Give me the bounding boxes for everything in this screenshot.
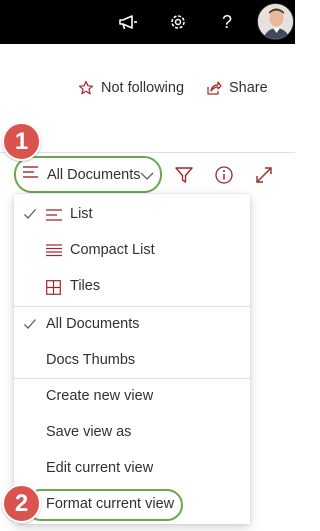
format-view-highlight: [25, 489, 183, 521]
checkmark-icon: [23, 207, 37, 226]
chevron-down-icon: [140, 168, 154, 186]
view-switcher-label: All Documents: [47, 166, 141, 183]
menu-item-edit-view[interactable]: Edit current view: [14, 451, 250, 487]
compact-list-icon: [46, 244, 62, 263]
megaphone-icon[interactable]: [116, 10, 140, 34]
menu-item-label: Save view as: [46, 424, 132, 440]
command-bar-divider: [0, 152, 295, 153]
callout-badge-2: 2: [2, 484, 41, 523]
menu-item-create-view[interactable]: Create new view: [14, 379, 250, 415]
expand-icon[interactable]: [253, 164, 275, 186]
follow-label: Not following: [101, 80, 185, 96]
checkmark-icon: [23, 317, 37, 336]
menu-item-save-view-as[interactable]: Save view as: [14, 415, 250, 451]
menu-item-label: Edit current view: [46, 460, 154, 476]
menu-item-label: Compact List: [70, 242, 155, 258]
gear-icon[interactable]: [166, 10, 190, 34]
menu-item-label: List: [70, 206, 93, 222]
filter-icon[interactable]: [173, 164, 195, 186]
help-glyph: ?: [221, 12, 232, 32]
avatar[interactable]: [257, 3, 294, 40]
menu-item-label: Create new view: [46, 388, 154, 404]
menu-item-compact-list[interactable]: Compact List: [14, 233, 250, 269]
tiles-icon: [46, 280, 61, 300]
share-button[interactable]: Share: [206, 80, 268, 96]
info-icon[interactable]: [213, 164, 235, 186]
menu-item-label: All Documents: [46, 316, 140, 332]
view-menu: List Compact List Tiles All Documents Do…: [14, 194, 250, 524]
view-switcher-button[interactable]: All Documents: [14, 156, 162, 193]
menu-item-label: Tiles: [70, 278, 101, 294]
help-icon[interactable]: ?: [215, 10, 239, 34]
suite-bar: ?: [0, 0, 295, 44]
menu-item-tiles[interactable]: Tiles: [14, 269, 250, 305]
list-icon: [22, 165, 40, 184]
share-icon: [206, 80, 222, 96]
menu-item-list[interactable]: List: [14, 197, 250, 233]
follow-button[interactable]: Not following: [78, 80, 184, 96]
page-actions: Not following Share: [0, 80, 295, 102]
share-label: Share: [229, 80, 268, 96]
menu-item-label: Docs Thumbs: [46, 352, 136, 368]
menu-item-docs-thumbs[interactable]: Docs Thumbs: [14, 343, 250, 379]
callout-badge-1: 1: [2, 122, 41, 161]
menu-item-all-documents[interactable]: All Documents: [14, 307, 250, 343]
star-icon: [78, 80, 94, 96]
list-icon: [46, 208, 62, 227]
